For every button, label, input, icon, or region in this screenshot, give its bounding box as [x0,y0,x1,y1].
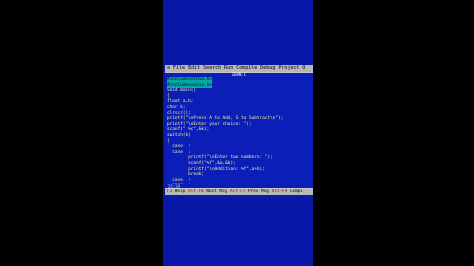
code-line-text: printf("\nEnter your choice: "); [167,121,252,127]
hint-item[interactable]: Alt-F9 Compi [272,189,303,195]
hint-label: Help [174,189,186,194]
menu-compile[interactable]: Compile [236,65,257,72]
menu-bar: ≡ File Edit Search Run Compile Debug Pro… [165,65,313,72]
hint-key: F1 [167,189,175,194]
menu-options[interactable]: O [302,65,305,72]
system-menu[interactable]: ≡ [167,65,170,72]
hint-item[interactable]: Alt-F7 Prev Msg [230,189,269,195]
code-line-text: { [167,138,170,144]
menu-edit[interactable]: Edit [188,65,200,72]
code-line-text: char k; [167,104,186,110]
hint-item[interactable]: F1 Help [167,189,185,195]
code-line-text: void main() [167,88,197,94]
code-line-text: clrscr(); [167,110,191,116]
hint-key: Alt-F9 [271,189,290,194]
code-line-text: float a,b; [167,99,194,105]
hint-label: Prev Msg [248,189,269,194]
code-line-text: scanf("%f",&a,&b); [167,160,236,166]
code-line-text: break; [167,172,205,178]
menu-project[interactable]: Project [278,65,299,72]
editor-window[interactable]: IBAN.C #include<stdio.h> #include<conio.h… [165,72,313,194]
hint-item[interactable]: Alt-F8 Next Msg [188,189,227,195]
hint-bar: F1 Help Alt-F8 Next Msg Alt-F7 Prev Msg Alt… [165,189,313,195]
hint-key: Alt-F8 [188,189,207,194]
code-line-text: case : [167,149,191,155]
code-line-text: case : [167,144,191,150]
hint-label: Compi [289,189,303,194]
menu-run[interactable]: Run [224,65,233,72]
menu-debug[interactable]: Debug [260,65,275,72]
code-line-text: printf("\nEnter two numbers: "); [167,155,273,161]
menu-search[interactable]: Search [203,65,221,72]
hint-label: Next Msg [206,189,227,194]
code-line-text: scanf(" %c",&k); [167,127,210,133]
menu-file[interactable]: File [173,65,185,72]
code-line-text: printf("\nAddition: %f",a+b); [167,166,265,172]
code-area[interactable]: #include<stdio.h> #include<conio.h> void m… [167,77,311,194]
code-line-text: case : [167,177,191,183]
code-line-text: printf("\nPress A to Add, S to Subtract\… [167,116,284,122]
hint-key: Alt-F7 [229,189,249,194]
code-line-text: switch(k) [167,132,191,138]
